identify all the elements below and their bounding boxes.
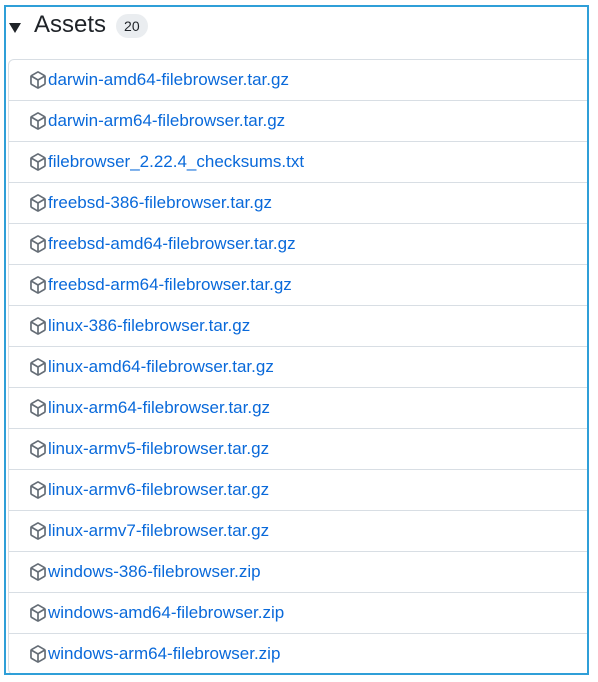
asset-row: windows-amd64-filebrowser.zip	[9, 592, 587, 633]
package-icon	[30, 112, 46, 130]
assets-header: Assets 20	[6, 7, 587, 47]
package-icon	[30, 522, 46, 540]
assets-section: Assets 20 darwin-amd64-filebrowser.tar.g…	[4, 5, 589, 675]
asset-row: darwin-arm64-filebrowser.tar.gz	[9, 100, 587, 141]
asset-link[interactable]: windows-386-filebrowser.zip	[48, 562, 261, 582]
asset-row: windows-386-filebrowser.zip	[9, 551, 587, 592]
package-icon	[30, 440, 46, 458]
asset-link[interactable]: linux-armv7-filebrowser.tar.gz	[48, 521, 269, 541]
assets-title[interactable]: Assets	[34, 11, 106, 39]
asset-link[interactable]: darwin-arm64-filebrowser.tar.gz	[48, 111, 285, 131]
package-icon	[30, 153, 46, 171]
package-icon	[30, 276, 46, 294]
assets-count-badge: 20	[116, 14, 148, 38]
asset-row: linux-armv6-filebrowser.tar.gz	[9, 469, 587, 510]
package-icon	[30, 358, 46, 376]
asset-row: linux-armv5-filebrowser.tar.gz	[9, 428, 587, 469]
asset-row: linux-armv7-filebrowser.tar.gz	[9, 510, 587, 551]
asset-row: darwin-amd64-filebrowser.tar.gz	[9, 60, 587, 100]
asset-row: windows-arm64-filebrowser.zip	[9, 633, 587, 673]
package-icon	[30, 71, 46, 89]
asset-link[interactable]: linux-armv6-filebrowser.tar.gz	[48, 480, 269, 500]
asset-link[interactable]: windows-amd64-filebrowser.zip	[48, 603, 284, 623]
asset-link[interactable]: freebsd-amd64-filebrowser.tar.gz	[48, 234, 296, 254]
asset-row: linux-amd64-filebrowser.tar.gz	[9, 346, 587, 387]
asset-row: freebsd-386-filebrowser.tar.gz	[9, 182, 587, 223]
package-icon	[30, 194, 46, 212]
asset-row: freebsd-arm64-filebrowser.tar.gz	[9, 264, 587, 305]
package-icon	[30, 563, 46, 581]
assets-list: darwin-amd64-filebrowser.tar.gz darwin-a…	[8, 59, 587, 673]
asset-link[interactable]: windows-arm64-filebrowser.zip	[48, 644, 280, 664]
asset-link[interactable]: darwin-amd64-filebrowser.tar.gz	[48, 70, 289, 90]
package-icon	[30, 235, 46, 253]
asset-link[interactable]: freebsd-386-filebrowser.tar.gz	[48, 193, 272, 213]
asset-link[interactable]: linux-arm64-filebrowser.tar.gz	[48, 398, 270, 418]
asset-row: linux-386-filebrowser.tar.gz	[9, 305, 587, 346]
package-icon	[30, 604, 46, 622]
package-icon	[30, 399, 46, 417]
asset-row: filebrowser_2.22.4_checksums.txt	[9, 141, 587, 182]
asset-row: freebsd-amd64-filebrowser.tar.gz	[9, 223, 587, 264]
package-icon	[30, 645, 46, 663]
asset-link[interactable]: linux-amd64-filebrowser.tar.gz	[48, 357, 274, 377]
package-icon	[30, 481, 46, 499]
package-icon	[30, 317, 46, 335]
asset-link[interactable]: filebrowser_2.22.4_checksums.txt	[48, 152, 304, 172]
triangle-down-icon[interactable]	[9, 23, 21, 33]
asset-link[interactable]: freebsd-arm64-filebrowser.tar.gz	[48, 275, 292, 295]
asset-row: linux-arm64-filebrowser.tar.gz	[9, 387, 587, 428]
asset-link[interactable]: linux-armv5-filebrowser.tar.gz	[48, 439, 269, 459]
asset-link[interactable]: linux-386-filebrowser.tar.gz	[48, 316, 250, 336]
